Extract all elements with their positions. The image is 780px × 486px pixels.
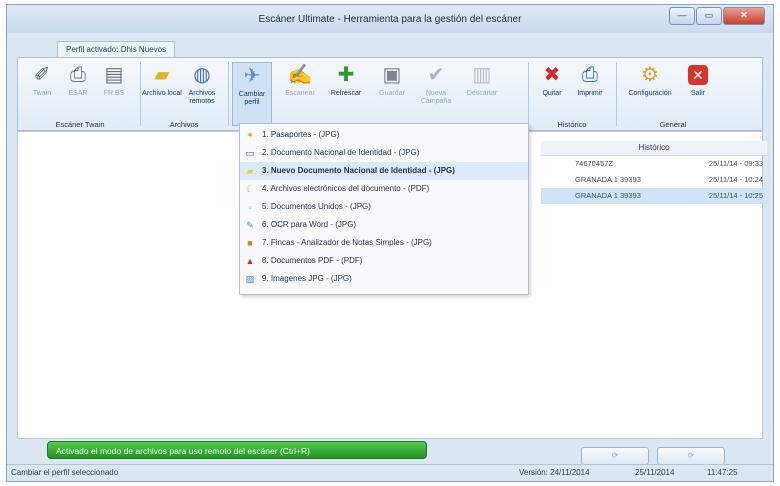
status-bar: Cambiar el perfil seleccionado Versión: … (7, 464, 773, 481)
menu-item-id-card[interactable]: ▭ 2. Documento Nacional de Identidad - (… (240, 144, 528, 162)
esar-button[interactable]: ⎙ ESAR (58, 62, 98, 98)
property-icon: ■ (247, 238, 253, 248)
group-separator (140, 62, 141, 126)
id-card-icon: ▭ (245, 148, 255, 158)
minimize-button[interactable]: — (669, 7, 695, 25)
printer-icon: ⎙ (70, 64, 86, 86)
group-label-general: General (659, 120, 687, 129)
group-separator (616, 62, 617, 126)
scan-button[interactable]: ✍ Escanear (280, 62, 320, 98)
folder-icon: ▰ (154, 64, 170, 86)
group-separator (528, 62, 529, 126)
group-separator (228, 62, 229, 126)
history-header: Histórico (541, 141, 767, 156)
passport-icon: ✶ (246, 130, 254, 140)
remote-files-button[interactable]: ◍ Archivos remotos (182, 62, 222, 106)
window-controls: — ▭ ✕ (669, 7, 765, 25)
joined-docs-icon: ▫ (248, 202, 252, 212)
ribbon: ✐ Twain ⎙ ESAR ▤ FR.BS ▰ Archivo local ◍… (17, 57, 763, 131)
remote-folder-icon: ◍ (193, 64, 211, 86)
print-icon: ⎙ (582, 64, 598, 86)
scan-icon: ✍ (287, 64, 313, 86)
image-icon: ▨ (245, 274, 255, 284)
exit-button[interactable]: ✕ Salir (678, 62, 718, 98)
remove-button[interactable]: ✖ Quitar (532, 62, 572, 98)
discard-button[interactable]: ▥ Descartar (462, 62, 502, 98)
fax-icon: ▤ (104, 64, 124, 86)
change-profile-button[interactable]: ✈ Cambiar perfil (232, 62, 272, 126)
pdf-icon: ▲ (245, 256, 255, 266)
ocr-icon: ✎ (246, 220, 254, 230)
menu-item-property-analyzer[interactable]: ■ 7. Fincas - Analizador de Notas Simple… (240, 234, 528, 252)
settings-icon: ⚙ (641, 64, 659, 86)
menu-item-jpg-images[interactable]: ▨ 9. Imagenes JPG - (JPG) (240, 270, 528, 288)
refresh-status-button[interactable]: ⟳ (581, 447, 649, 465)
maximize-button[interactable]: ▭ (696, 7, 722, 25)
remote-mode-banner: Activado el modo de archivos para uso re… (47, 441, 427, 459)
next-status-button[interactable]: ⟳ (657, 447, 725, 465)
local-file-button[interactable]: ▰ Archivo local (142, 62, 182, 98)
menu-item-ocr-word[interactable]: ✎ 6. OCR para Word - (JPG) (240, 216, 528, 234)
status-message: Cambiar el perfil seleccionado (11, 468, 119, 477)
menu-item-pdf-docs[interactable]: ▲ 8. Documentos PDF - (PDF) (240, 252, 528, 270)
app-window: Escáner Ultimate - Herramienta para la g… (6, 4, 774, 482)
settings-button[interactable]: ⚙ Configuración (622, 62, 678, 98)
new-campaign-button[interactable]: ✔ Nueva Campaña (416, 62, 456, 106)
refresh-button[interactable]: ✚ Refrescar (326, 62, 366, 98)
status-date: 25/11/2014 (635, 468, 675, 477)
trash-icon: ▥ (472, 64, 492, 86)
history-row[interactable]: GRANADA 1 39393 25/11/14 - 10:24 (541, 172, 767, 188)
frbs-button[interactable]: ▤ FR.BS (94, 62, 134, 98)
title-bar: Escáner Ultimate - Herramienta para la g… (7, 5, 773, 33)
status-version: Versión: 24/11/2014 (519, 468, 590, 477)
history-row[interactable]: 74670457Z 25/11/14 - 09:33 (541, 156, 767, 172)
refresh-icon: ✚ (337, 64, 355, 86)
check-icon: ✔ (427, 64, 445, 86)
status-time: 11:47:25 (707, 468, 738, 477)
close-button[interactable]: ✕ (723, 7, 765, 25)
history-panel: Histórico 74670457Z 25/11/14 - 09:33 GRA… (541, 141, 767, 204)
profile-dropdown-menu: ✶ 1. Pasaportes - (JPG) ▭ 2. Documento N… (239, 123, 529, 295)
twain-button[interactable]: ✐ Twain (22, 62, 62, 98)
group-label-files: Archivos (169, 120, 199, 129)
print-button[interactable]: ⎙ Imprimir (570, 62, 610, 98)
remove-icon: ✖ (543, 64, 561, 86)
profile-tabstrip: Perfil activado: Dhis Nuevos (17, 41, 763, 58)
exit-icon: ✕ (688, 65, 708, 85)
group-label-twain: Escáner Twain (55, 120, 105, 129)
electronic-doc-icon: ☾ (245, 184, 255, 194)
new-id-card-icon: ▰ (246, 166, 254, 176)
menu-item-new-id-card[interactable]: ▰ 3. Nuevo Documento Nacional de Identid… (240, 162, 528, 180)
group-label-history: Histórico (557, 120, 587, 129)
save-icon: ▣ (382, 64, 402, 86)
window-title: Escáner Ultimate - Herramienta para la g… (258, 14, 522, 25)
history-row-selected[interactable]: GRANADA 1 39393 25/11/14 - 10:25 (541, 188, 767, 204)
scanner-icon: ✐ (33, 64, 51, 86)
menu-item-passports[interactable]: ✶ 1. Pasaportes - (JPG) (240, 126, 528, 144)
menu-item-electronic-docs[interactable]: ☾ 4. Archivos electrónicos del documento… (240, 180, 528, 198)
save-button[interactable]: ▣ Guardar (372, 62, 412, 98)
profile-icon: ✈ (243, 65, 261, 87)
menu-item-joined-docs[interactable]: ▫ 5. Documentos Unidos - (JPG) (240, 198, 528, 216)
tab-active-profile[interactable]: Perfil activado: Dhis Nuevos (57, 41, 176, 58)
